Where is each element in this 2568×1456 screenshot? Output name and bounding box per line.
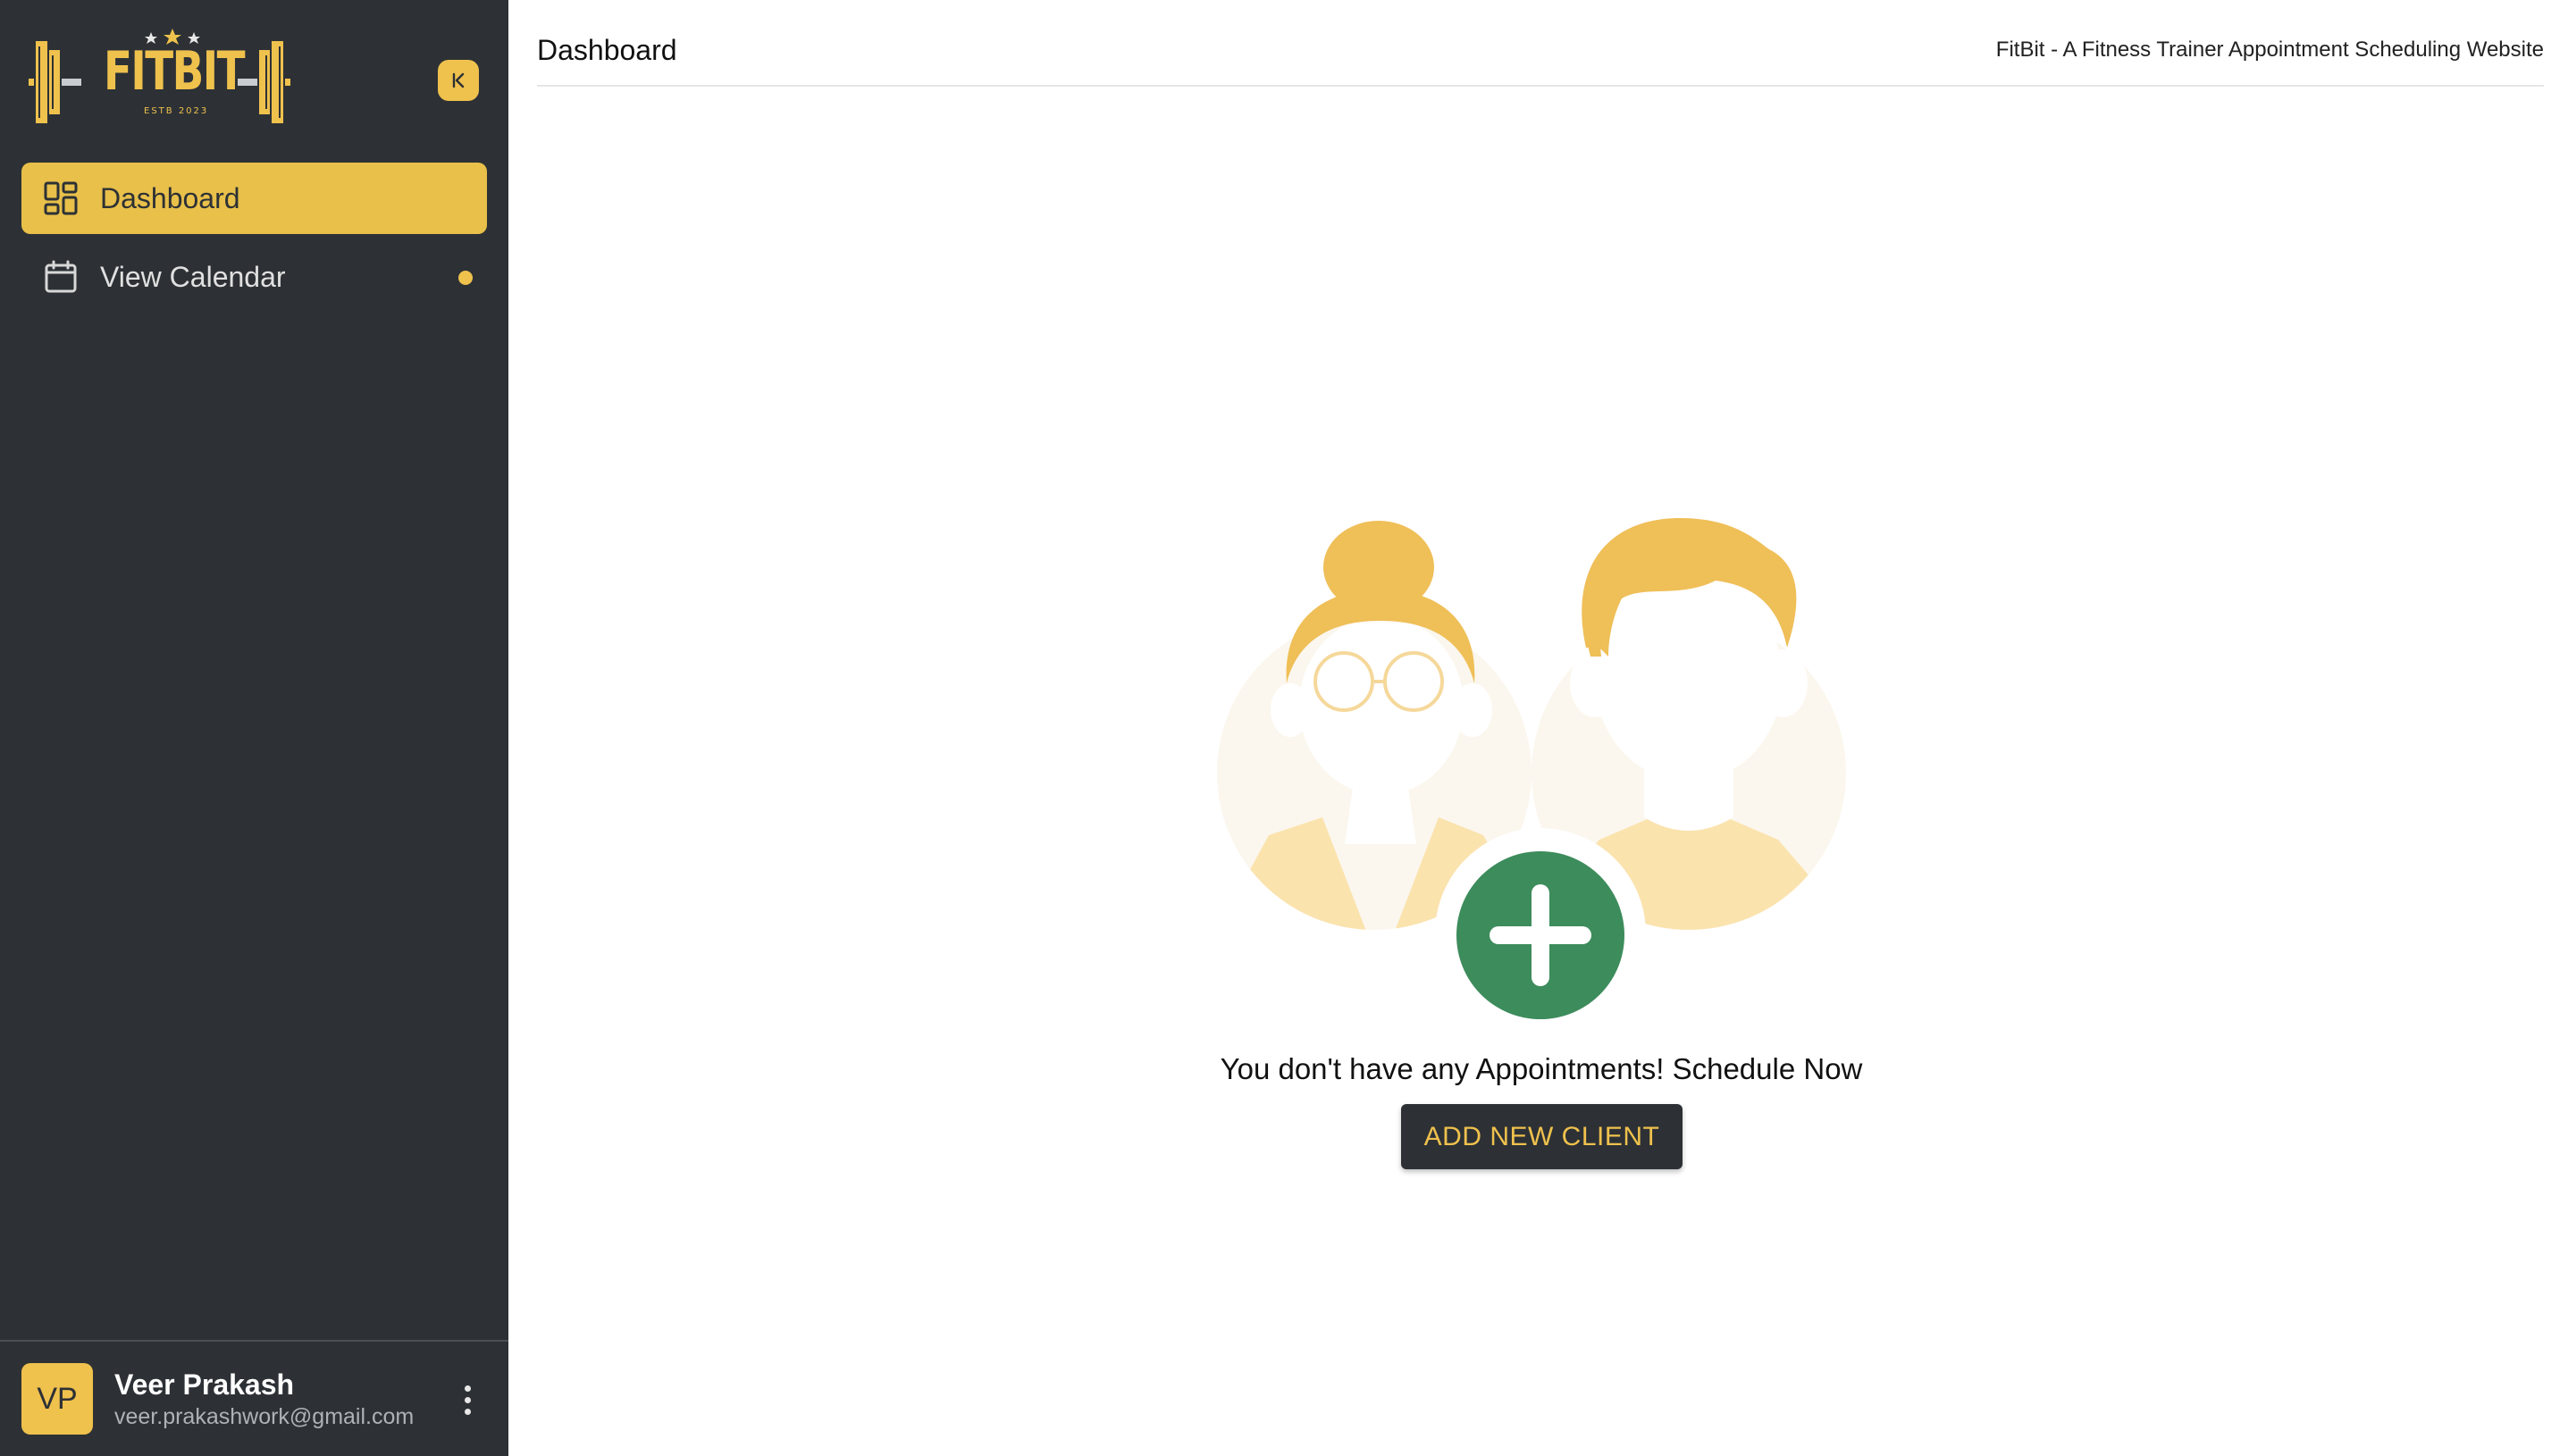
page-title: Dashboard xyxy=(537,34,677,66)
user-profile-panel: VP Veer Prakash veer.prakashwork@gmail.c… xyxy=(0,1340,508,1456)
collapse-left-icon xyxy=(452,72,465,88)
notification-dot xyxy=(458,271,473,285)
dashboard-grid-icon xyxy=(41,179,80,218)
logo-wordmark: FITBIT xyxy=(104,40,246,103)
user-email: veer.prakashwork@gmail.com xyxy=(114,1404,415,1429)
sidebar-item-label: Dashboard xyxy=(100,181,240,214)
collapse-sidebar-button[interactable] xyxy=(438,60,479,101)
sidebar: FITBIT ESTB 2023 Dashboard View Calendar… xyxy=(0,0,508,1456)
logo-tagline: ESTB 2023 xyxy=(144,106,209,116)
more-vertical-icon[interactable] xyxy=(454,1377,481,1422)
empty-state-illustration xyxy=(1215,514,1859,1039)
empty-state-message: You don't have any Appointments! Schedul… xyxy=(1220,1052,1863,1085)
sidebar-item-view-calendar[interactable]: View Calendar xyxy=(21,241,487,313)
add-new-client-button[interactable]: ADD NEW CLIENT xyxy=(1401,1104,1683,1169)
calendar-icon xyxy=(41,257,80,297)
site-title: FitBit - A Fitness Trainer Appointment S… xyxy=(1995,38,2544,62)
avatar: VP xyxy=(21,1363,93,1435)
sidebar-item-dashboard[interactable]: Dashboard xyxy=(21,163,487,234)
fitbit-logo: FITBIT ESTB 2023 xyxy=(25,25,320,134)
sidebar-item-label: View Calendar xyxy=(100,260,286,293)
user-name: Veer Prakash xyxy=(114,1368,295,1401)
top-header: Dashboard FitBit - A Fitness Trainer App… xyxy=(537,0,2544,87)
